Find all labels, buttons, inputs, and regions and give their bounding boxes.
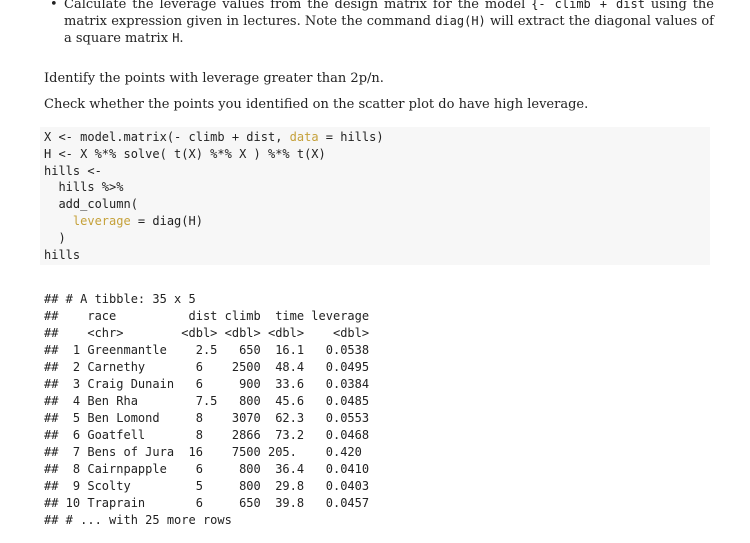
code-line: = hills) [318,130,384,144]
code-line: hills %>% [44,180,124,195]
code-line: add_column( [44,197,138,212]
table-row: ## 3 Craig Dunain 6 900 33.6 0.0384 [44,377,370,391]
instruction-bullet: Calculate the leverage values from the d… [50,0,714,47]
text: . [179,31,184,46]
console-output: ## # A tibble: 35 x 5 ## race dist climb… [44,291,369,529]
code-line: = diag(H) [130,213,203,228]
instruction-leverage-threshold: Identify the points with leverage greate… [44,71,384,86]
table-row: ## 9 Scolty 5 800 29.8 0.0403 [44,479,370,493]
table-row: ## 8 Cairnpapple 6 800 36.4 0.0410 [44,462,370,476]
table-row: ## 4 Ben Rha 7.5 800 45.6 0.0485 [44,394,370,408]
code-block[interactable]: X <- model.matrix(- climb + dist, data =… [40,127,710,265]
code-line: hills <- [44,163,102,178]
table-row: ## 6 Goatfell 8 2866 73.2 0.0468 [44,428,370,442]
output-header: ## race dist climb time leverage [44,309,370,323]
code-line: ) [44,230,66,245]
table-row: ## 1 Greenmantle 2.5 650 16.1 0.0538 [44,343,370,357]
table-row: ## 2 Carnethy 6 2500 48.4 0.0495 [44,360,370,374]
code-line: X <- model.matrix(- climb + dist, [44,130,290,144]
inline-code: diag(H) [435,14,486,28]
code-arg: data [289,130,319,144]
inline-code: {- climb + dist [531,0,645,11]
output-line: ## # A tibble: 35 x 5 [44,292,196,306]
code-arg: leverage [44,213,131,228]
text: Calculate the leverage values from the d… [64,0,532,12]
output-types: ## <chr> <dbl> <dbl> <dbl> <dbl> [44,326,370,340]
output-footer: ## # ... with 25 more rows [44,513,232,527]
table-row: ## 7 Bens of Jura 16 7500 205. 0.420 [44,445,362,459]
code-line: H <- X %*% solve( t(X) %*% X ) %*% t(X) [44,146,326,161]
instruction-check-scatter: Check whether the points you identified … [44,97,589,112]
table-row: ## 5 Ben Lomond 8 3070 62.3 0.0553 [44,411,370,425]
table-row: ## 10 Traprain 6 650 39.8 0.0457 [44,496,370,510]
code-line: hills [44,247,81,262]
